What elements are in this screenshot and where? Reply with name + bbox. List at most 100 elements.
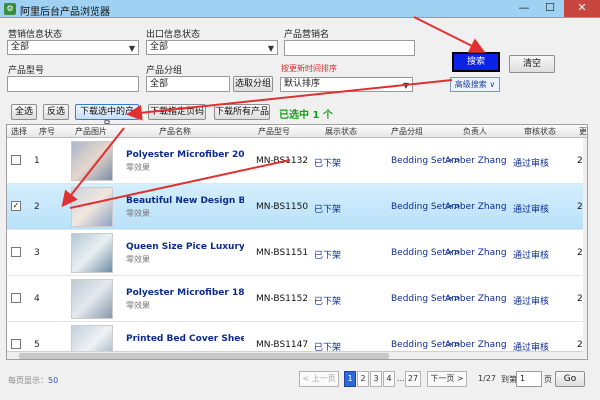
col-header-more[interactable]: 更 <box>579 126 587 137</box>
vertical-scrollbar[interactable] <box>583 138 587 358</box>
audit-status: 通过审核 <box>513 251 550 261</box>
product-name[interactable]: Polyester Microfiber 180X2( <box>126 288 244 298</box>
product-model-input[interactable] <box>7 76 139 92</box>
product-thumbnail <box>71 233 113 273</box>
row-seq: 1 <box>34 156 40 166</box>
product-thumbnail <box>71 141 113 181</box>
col-header-group[interactable]: 产品分组 <box>391 126 423 137</box>
product-brand: 零效果 <box>126 255 150 264</box>
selected-count: 已选中 1 个 <box>279 110 333 121</box>
product-brand: 零效果 <box>126 163 150 172</box>
download-page-button[interactable]: 下载指定页码 <box>148 104 206 120</box>
owner: Amber Zhang <box>445 202 507 212</box>
row-seq: 5 <box>34 340 40 350</box>
window-title: 阿里后台产品浏览器 <box>20 7 110 18</box>
close-icon[interactable]: ✕ <box>564 0 600 17</box>
product-brand: 零效果 <box>126 209 150 218</box>
marketing-status-select[interactable]: 全部 ▼ <box>7 40 139 55</box>
arrow-to-search <box>413 16 486 53</box>
display-status: 已下架 <box>314 205 342 215</box>
col-header-status[interactable]: 展示状态 <box>325 126 357 137</box>
product-grid: 选择 序号 产品图片 产品名称 产品型号 展示状态 产品分组 负责人 审核状态 … <box>6 124 588 360</box>
product-model-label: 产品型号 <box>8 66 45 76</box>
select-group-button[interactable]: 选取分组 <box>233 76 273 92</box>
maximize-icon[interactable]: ☐ <box>537 0 563 17</box>
download-selected-button[interactable]: 下载选中的产品 <box>75 104 139 131</box>
goto-page-input[interactable]: 1 <box>516 371 542 387</box>
col-header-audit[interactable]: 审核状态 <box>524 126 556 137</box>
table-row[interactable]: ✓ 2 Beautiful New Design Bed C 零效果 MN-BS… <box>7 184 583 230</box>
table-row[interactable]: 4 Polyester Microfiber 180X2( 零效果 MN-BS1… <box>7 276 583 322</box>
page-button-3[interactable]: 3 <box>370 371 382 387</box>
advanced-search-button[interactable]: 高级搜索 ∨ <box>450 77 500 92</box>
col-header-name[interactable]: 产品名称 <box>159 126 191 137</box>
col-header-model[interactable]: 产品型号 <box>258 126 290 137</box>
next-page-button[interactable]: 下一页 > <box>427 371 467 387</box>
row-seq: 2 <box>34 202 40 212</box>
col-header-owner[interactable]: 负责人 <box>463 126 487 137</box>
product-thumbnail <box>71 187 113 227</box>
product-brand: 零效果 <box>126 301 150 310</box>
display-status: 已下架 <box>314 251 342 261</box>
go-button[interactable]: Go <box>555 371 585 387</box>
table-row[interactable]: 3 Queen Size Pice Luxury Com 零效果 MN-BS11… <box>7 230 583 276</box>
owner: Amber Zhang <box>445 294 507 304</box>
owner: Amber Zhang <box>445 340 507 350</box>
extra-column: 2 <box>577 294 583 304</box>
select-all-button[interactable]: 全选 <box>11 104 37 120</box>
export-status-label: 出口信息状态 <box>146 30 201 40</box>
page-info: 1/27 <box>478 374 496 383</box>
page-button-4[interactable]: 4 <box>383 371 395 387</box>
product-model: MN-BS1150 <box>256 202 309 212</box>
app-icon: ⚙ <box>4 3 16 15</box>
audit-status: 通过审核 <box>513 159 550 169</box>
extra-column: 2 <box>577 248 583 258</box>
table-row[interactable]: 1 Polyester Microfiber 2020 S 零效果 MN-BS1… <box>7 138 583 184</box>
minimize-icon[interactable]: — <box>511 0 537 17</box>
chevron-down-icon: ▼ <box>402 81 409 90</box>
owner: Amber Zhang <box>445 248 507 258</box>
product-model: MN-BS1147 <box>256 340 309 350</box>
invert-selection-button[interactable]: 反选 <box>43 104 69 120</box>
per-page-value: 50 <box>48 376 59 385</box>
extra-column: 2 <box>577 340 583 350</box>
page-ellipsis: ... <box>397 374 405 383</box>
product-model: MN-BS1132 <box>256 156 309 166</box>
product-name[interactable]: Beautiful New Design Bed C <box>126 196 244 206</box>
page-button-1[interactable]: 1 <box>344 371 356 387</box>
sort-value: 默认排序 <box>284 79 321 89</box>
export-status-value: 全部 <box>150 42 169 52</box>
row-checkbox[interactable] <box>11 247 21 257</box>
download-all-button[interactable]: 下载所有产品 <box>214 104 270 120</box>
page-button-last[interactable]: 27 <box>405 371 421 387</box>
col-header-image[interactable]: 产品图片 <box>75 126 107 137</box>
product-model: MN-BS1151 <box>256 248 309 258</box>
product-name[interactable]: Polyester Microfiber 2020 S <box>126 150 244 160</box>
audit-status: 通过审核 <box>513 297 550 307</box>
product-group-label: 产品分组 <box>146 66 183 76</box>
col-header-select[interactable]: 选择 <box>11 126 27 137</box>
export-status-select[interactable]: 全部 ▼ <box>146 40 278 55</box>
search-button[interactable]: 搜索 <box>452 52 500 72</box>
title-bar: ⚙ 阿里后台产品浏览器 — ☐ ✕ <box>0 0 600 18</box>
product-group-field[interactable]: 全部 <box>146 76 230 92</box>
row-checkbox[interactable] <box>11 293 21 303</box>
clear-button[interactable]: 清空 <box>509 55 555 73</box>
product-marketing-name-input[interactable] <box>284 40 415 56</box>
page-button-2[interactable]: 2 <box>357 371 369 387</box>
horizontal-scrollbar[interactable] <box>7 351 583 359</box>
chevron-down-icon: ▼ <box>267 44 274 53</box>
product-model: MN-BS1152 <box>256 294 309 304</box>
scrollbar-thumb[interactable] <box>19 353 389 359</box>
row-checkbox[interactable] <box>11 339 21 349</box>
product-name[interactable]: Printed Bed Cover Sheet Tu <box>126 334 244 344</box>
row-checkbox[interactable]: ✓ <box>11 201 21 211</box>
extra-column: 2 <box>577 202 583 212</box>
sort-select[interactable]: 默认排序 ▼ <box>280 77 413 92</box>
product-name[interactable]: Queen Size Pice Luxury Com <box>126 242 244 252</box>
grid-header: 选择 序号 产品图片 产品名称 产品型号 展示状态 产品分组 负责人 审核状态 … <box>7 125 587 138</box>
prev-page-button[interactable]: < 上一页 <box>299 371 339 387</box>
col-header-seq[interactable]: 序号 <box>39 126 55 137</box>
per-page-info: 每页显示：50 <box>8 375 58 386</box>
row-checkbox[interactable] <box>11 155 21 165</box>
